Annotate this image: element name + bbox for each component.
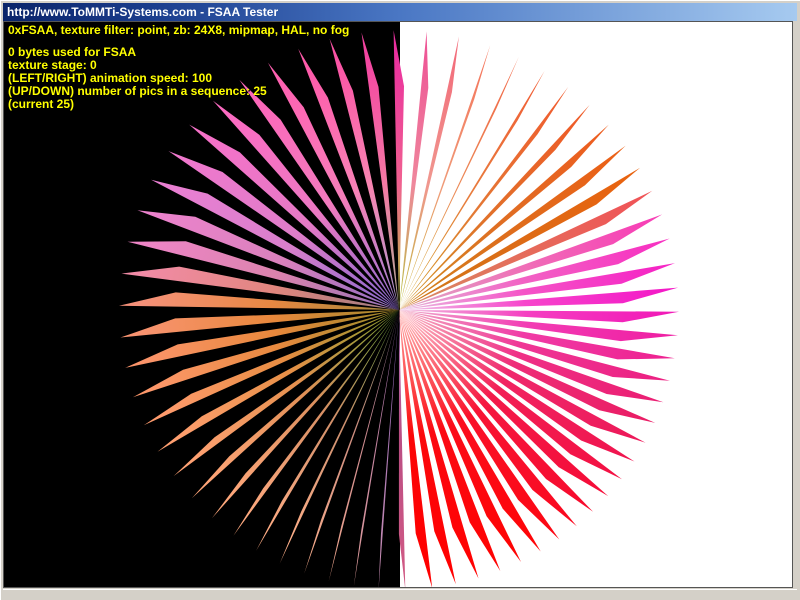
- render-viewport[interactable]: 0xFSAA, texture filter: point, zb: 24X8,…: [3, 21, 793, 588]
- window-titlebar[interactable]: http://www.ToMMTi-Systems.com - FSAA Tes…: [3, 3, 797, 21]
- fsaa-tester-window: http://www.ToMMTi-Systems.com - FSAA Tes…: [0, 0, 800, 600]
- hud-status-line: 0xFSAA, texture filter: point, zb: 24X8,…: [8, 24, 349, 37]
- window-bottom-border: [3, 589, 797, 598]
- hud-overlay: 0xFSAA, texture filter: point, zb: 24X8,…: [8, 24, 349, 111]
- window-title: http://www.ToMMTi-Systems.com - FSAA Tes…: [3, 5, 278, 19]
- hud-info-line: (current 25): [8, 98, 349, 111]
